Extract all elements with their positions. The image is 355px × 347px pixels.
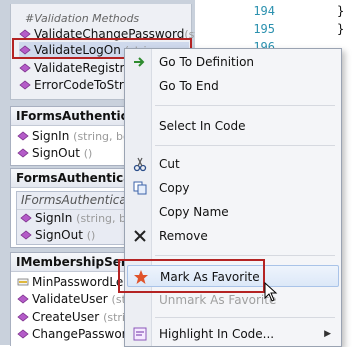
- property-icon: [17, 275, 29, 286]
- highlight-icon: [132, 326, 148, 342]
- method-icon: [19, 78, 31, 90]
- member-sign-out[interactable]: SignOut (): [17, 145, 92, 161]
- member-change-password[interactable]: ChangePassword: [17, 326, 134, 342]
- method-icon: [17, 310, 29, 322]
- member-sign-in[interactable]: SignIn (string, boo: [20, 210, 139, 226]
- method-icon: [17, 146, 29, 158]
- line-number: 194: [253, 4, 275, 18]
- menu-separator: [155, 105, 335, 106]
- method-icon: [17, 129, 29, 141]
- menu-item-copy[interactable]: Copy: [127, 177, 339, 199]
- mouse-cursor-icon: [264, 281, 278, 305]
- member-validate-registration[interactable]: ValidateRegistrati: [19, 60, 140, 76]
- menu-separator: [155, 255, 335, 256]
- copy-icon: [132, 180, 148, 196]
- menu-separator: [155, 145, 335, 146]
- menu-item-highlight-in-code[interactable]: Highlight In Code... ▶: [127, 323, 339, 345]
- method-icon: [17, 292, 29, 304]
- method-icon: [20, 228, 32, 240]
- menu-item-go-to-end[interactable]: Go To End: [127, 75, 339, 97]
- member-create-user[interactable]: CreateUser (string: [17, 309, 139, 325]
- mark-as-favorite-highlight-frame: [118, 259, 265, 293]
- method-icon: [17, 327, 29, 339]
- menu-item-copy-name[interactable]: Copy Name: [127, 201, 339, 223]
- x-icon: [132, 228, 148, 244]
- member-sign-out[interactable]: SignOut (): [20, 227, 95, 243]
- code-line: }: [337, 22, 345, 36]
- code-line: }: [337, 4, 345, 18]
- method-icon: [20, 211, 32, 223]
- scissors-icon: [132, 156, 148, 172]
- context-menu: Go To Definition Go To End Select In Cod…: [124, 48, 342, 347]
- method-icon: [19, 61, 31, 73]
- method-icon: [19, 27, 31, 39]
- menu-separator: [155, 317, 335, 318]
- arrow-right-icon: [132, 54, 148, 70]
- member-error-code-to-string[interactable]: ErrorCodeToStrin: [19, 77, 135, 93]
- line-number: 195: [253, 22, 275, 36]
- section-label-validation: #Validation Methods: [25, 12, 140, 25]
- menu-item-go-to-definition[interactable]: Go To Definition: [127, 51, 339, 73]
- menu-item-select-in-code[interactable]: Select In Code: [127, 115, 339, 137]
- menu-item-cut[interactable]: Cut: [127, 153, 339, 175]
- submenu-arrow-icon: ▶: [324, 329, 331, 339]
- menu-item-remove[interactable]: Remove: [127, 225, 339, 247]
